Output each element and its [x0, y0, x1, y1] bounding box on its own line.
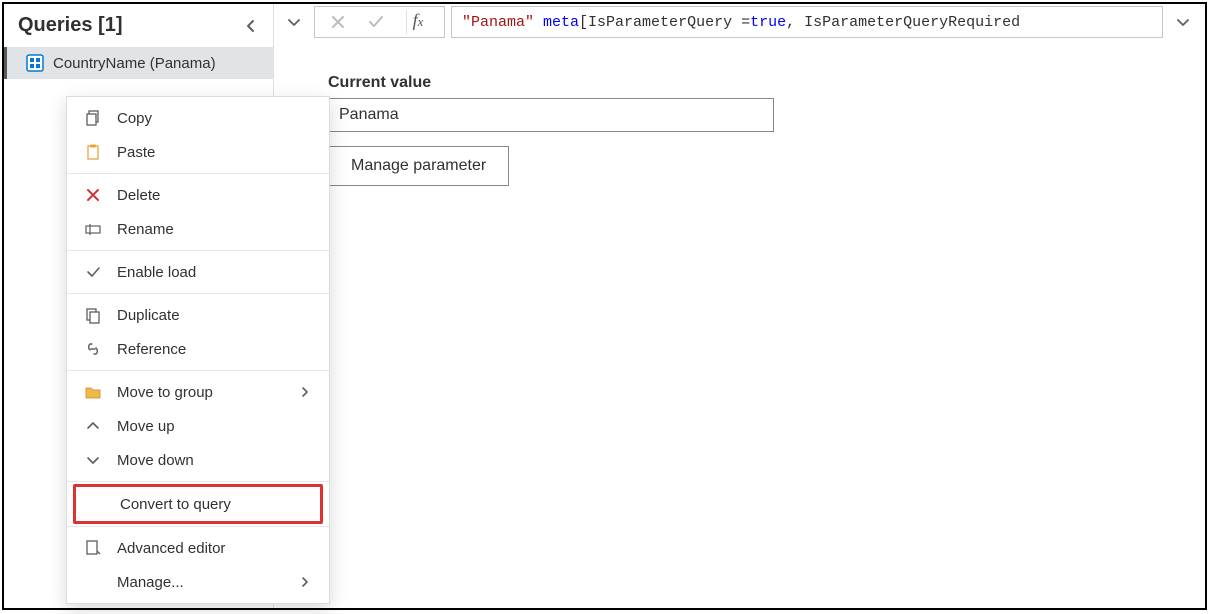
menu-separator [67, 526, 329, 527]
menu-paste[interactable]: Paste [67, 135, 329, 169]
menu-rename[interactable]: Rename [67, 212, 329, 246]
menu-convert-to-query-label: Convert to query [120, 496, 280, 513]
copy-icon [83, 108, 103, 128]
menu-rename-label: Rename [117, 221, 283, 238]
checkmark-icon [83, 262, 103, 282]
reference-icon [83, 339, 103, 359]
formula-expand-icon[interactable] [1169, 6, 1197, 38]
blank-icon [86, 494, 106, 514]
menu-enable-load-label: Enable load [117, 264, 283, 281]
query-item-label: CountryName (Panama) [53, 55, 216, 72]
menu-move-down-label: Move down [117, 452, 283, 469]
chevron-right-icon [297, 386, 313, 398]
formula-controls: fx [314, 6, 445, 38]
current-value-label: Current value [328, 74, 1205, 92]
folder-icon [83, 382, 103, 402]
manage-parameter-button[interactable]: Manage parameter [328, 146, 509, 186]
menu-paste-label: Paste [117, 144, 283, 161]
parameter-icon [25, 53, 45, 73]
menu-advanced-editor-label: Advanced editor [117, 540, 283, 557]
commit-formula-icon[interactable] [367, 13, 385, 31]
menu-separator [67, 173, 329, 174]
paste-icon [83, 142, 103, 162]
formula-token-true: true [750, 14, 786, 31]
chevron-down-icon [83, 450, 103, 470]
chevron-up-icon [83, 416, 103, 436]
menu-move-to-group[interactable]: Move to group [67, 375, 329, 409]
menu-copy-label: Copy [117, 110, 283, 127]
formula-token-text2: , IsParameterQueryRequired [786, 14, 1020, 31]
menu-convert-to-query[interactable]: Convert to query [73, 484, 323, 524]
menu-move-down[interactable]: Move down [67, 443, 329, 477]
delete-icon [83, 185, 103, 205]
cancel-formula-icon[interactable] [330, 14, 346, 30]
menu-delete-label: Delete [117, 187, 283, 204]
formula-bar: fx "Panama" meta [IsParameterQuery = tru… [274, 4, 1205, 38]
queries-title: Queries [1] [18, 14, 122, 37]
formula-token-string: "Panama" [462, 14, 534, 31]
chevron-right-icon [297, 576, 313, 588]
menu-move-up-label: Move up [117, 418, 283, 435]
menu-delete[interactable]: Delete [67, 178, 329, 212]
formula-dropdown-icon[interactable] [280, 6, 308, 38]
blank-icon [83, 572, 103, 592]
menu-manage-label: Manage... [117, 574, 283, 591]
main-area: fx "Panama" meta [IsParameterQuery = tru… [274, 4, 1205, 608]
menu-separator [67, 250, 329, 251]
formula-input[interactable]: "Panama" meta [IsParameterQuery = true ,… [451, 6, 1163, 38]
menu-separator [67, 370, 329, 371]
context-menu: Copy Paste Delete [66, 96, 330, 604]
formula-token-text: [IsParameterQuery = [579, 14, 750, 31]
menu-separator [67, 481, 329, 482]
advanced-editor-icon [83, 538, 103, 558]
duplicate-icon [83, 305, 103, 325]
rename-icon [83, 219, 103, 239]
menu-copy[interactable]: Copy [67, 101, 329, 135]
formula-token-keyword: meta [543, 14, 579, 31]
menu-reference-label: Reference [117, 341, 283, 358]
collapse-pane-chevron-icon[interactable] [243, 18, 259, 34]
fx-icon[interactable]: fx [406, 10, 430, 34]
menu-separator [67, 293, 329, 294]
queries-pane: Queries [1] CountryName (Panama) [4, 4, 274, 608]
menu-advanced-editor[interactable]: Advanced editor [67, 531, 329, 565]
query-item-countryname[interactable]: CountryName (Panama) [4, 47, 273, 79]
menu-move-up[interactable]: Move up [67, 409, 329, 443]
menu-enable-load[interactable]: Enable load [67, 255, 329, 289]
menu-duplicate[interactable]: Duplicate [67, 298, 329, 332]
current-value-input[interactable]: Panama [328, 98, 774, 132]
menu-manage[interactable]: Manage... [67, 565, 329, 599]
menu-duplicate-label: Duplicate [117, 307, 283, 324]
menu-move-to-group-label: Move to group [117, 384, 283, 401]
menu-reference[interactable]: Reference [67, 332, 329, 366]
